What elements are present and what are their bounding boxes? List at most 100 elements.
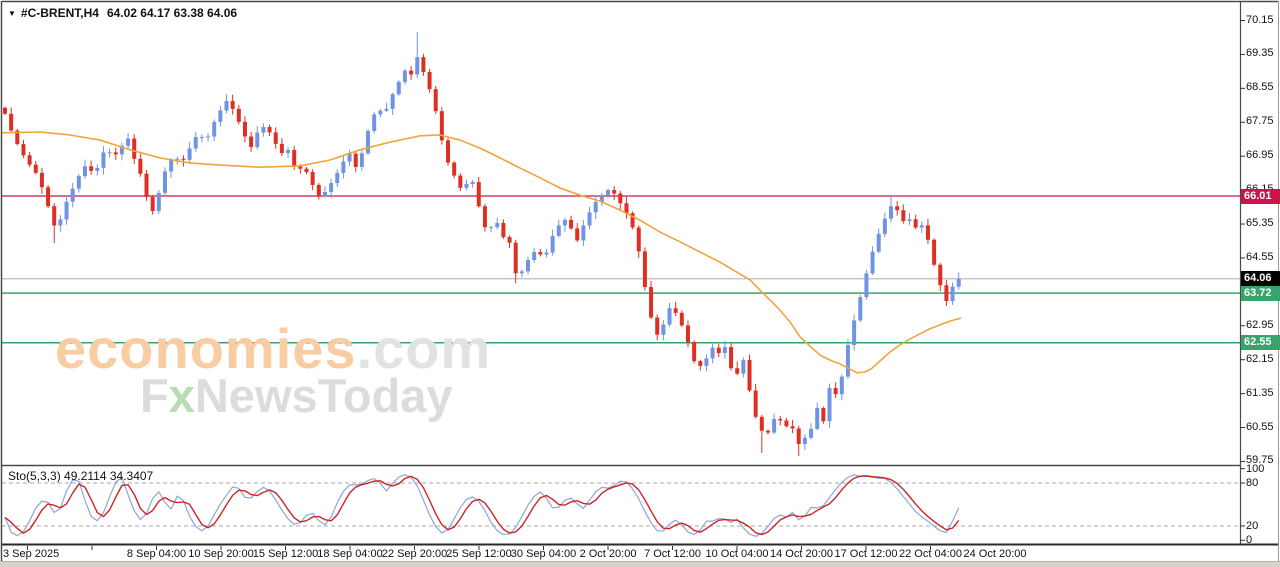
- candle-body: [304, 168, 309, 173]
- time-axis-label[interactable]: 10 Oct 04:00: [706, 548, 769, 560]
- candle-body: [181, 158, 186, 160]
- time-axis-label[interactable]: 17 Oct 12:00: [835, 548, 898, 560]
- candle-body: [353, 153, 358, 167]
- candle-body: [845, 345, 850, 377]
- chart-area[interactable]: economies.com FxNewsToday: [0, 0, 1280, 567]
- price-axis-label[interactable]: 67.75: [1246, 115, 1274, 127]
- candle-body: [427, 72, 432, 90]
- candle-body: [126, 138, 131, 146]
- candle-body: [132, 138, 137, 159]
- candle-body: [741, 360, 746, 374]
- candle-body: [550, 235, 555, 253]
- candle-body: [784, 420, 789, 427]
- candle-body: [772, 418, 777, 433]
- candle-body: [402, 70, 407, 82]
- time-axis-label[interactable]: 24 Oct 20:00: [964, 548, 1027, 560]
- candle-body: [206, 136, 211, 138]
- candle-body: [267, 127, 272, 133]
- candle-body: [366, 130, 371, 154]
- time-axis-label[interactable]: 22 Sep 20:00: [382, 548, 447, 560]
- time-axis-label[interactable]: 7 Oct 12:00: [644, 548, 701, 560]
- candle-body: [562, 219, 567, 226]
- sub-axis-label[interactable]: 20: [1246, 520, 1258, 532]
- price-axis-label[interactable]: 61.35: [1246, 387, 1274, 399]
- chart-canvas[interactable]: economies.comFxNewsToday: [0, 0, 1280, 567]
- chart-window: economies.com FxNewsToday ▼ #C-BRENT,H4 64.…: [0, 0, 1280, 567]
- price-axis-label[interactable]: 60.55: [1246, 421, 1274, 433]
- candle-body: [322, 192, 327, 197]
- candle-body: [944, 285, 949, 301]
- chart-header: ▼ #C-BRENT,H4 64.02 64.17 63.38 64.06: [8, 6, 237, 20]
- sub-axis-label[interactable]: 0: [1246, 534, 1252, 546]
- price-axis-label[interactable]: 70.15: [1246, 14, 1274, 26]
- candle-body: [396, 81, 401, 95]
- candle-body: [446, 140, 451, 163]
- time-axis-label[interactable]: 2 Oct 20:00: [580, 548, 637, 560]
- candle-body: [661, 324, 666, 335]
- candle-body: [138, 158, 143, 174]
- time-axis-label[interactable]: 30 Sep 04:00: [511, 548, 576, 560]
- candle-body: [618, 193, 623, 204]
- price-axis-label[interactable]: 62.95: [1246, 319, 1274, 331]
- price-badge: 64.06: [1241, 271, 1280, 287]
- candle-body: [341, 161, 346, 173]
- candle-body: [162, 171, 167, 193]
- time-axis-label[interactable]: 3 Sep 2025: [3, 548, 59, 560]
- time-axis-label[interactable]: 22 Oct 04:00: [899, 548, 962, 560]
- price-axis-label[interactable]: 62.15: [1246, 353, 1274, 365]
- price-axis-label[interactable]: 69.35: [1246, 47, 1274, 59]
- candle-body: [242, 121, 247, 137]
- candle-body: [778, 418, 783, 421]
- time-axis-label[interactable]: 25 Sep 12:00: [446, 548, 511, 560]
- candle-body: [193, 137, 198, 149]
- time-axis-label[interactable]: 15 Sep 12:00: [253, 548, 318, 560]
- candle-body: [224, 101, 229, 111]
- candle-body: [839, 376, 844, 395]
- candle-body: [532, 252, 537, 261]
- chevron-down-icon[interactable]: ▼: [8, 9, 16, 18]
- candle-body: [833, 387, 838, 395]
- candle-body: [575, 228, 580, 241]
- candle-body: [932, 239, 937, 265]
- candle-body: [113, 152, 118, 155]
- price-axis-label[interactable]: 65.35: [1246, 217, 1274, 229]
- candle-body: [187, 148, 192, 160]
- candle-body: [587, 212, 592, 226]
- candle-body: [698, 361, 703, 366]
- candle-body: [27, 155, 32, 165]
- candle-body: [169, 159, 174, 172]
- sub-axis-label[interactable]: 100: [1246, 463, 1264, 475]
- sub-axis-label[interactable]: 80: [1246, 477, 1258, 489]
- candle-body: [710, 347, 715, 359]
- candle-body: [495, 223, 500, 228]
- candle-body: [747, 360, 752, 391]
- price-axis-label[interactable]: 66.95: [1246, 149, 1274, 161]
- candle-body: [526, 260, 531, 272]
- candle-body: [864, 273, 869, 298]
- candle-body: [870, 251, 875, 274]
- candle-body: [476, 182, 481, 207]
- time-axis-label[interactable]: 10 Sep 20:00: [188, 548, 253, 560]
- candle-body: [765, 430, 770, 433]
- price-axis-label[interactable]: 64.55: [1246, 251, 1274, 263]
- watermark-line2: FxNewsToday: [140, 369, 453, 422]
- price-badge: 63.72: [1241, 285, 1280, 301]
- bottom-strip: [0, 561, 1280, 567]
- candle-body: [544, 252, 549, 255]
- candle-body: [624, 203, 629, 214]
- candle-body: [809, 428, 814, 438]
- candle-body: [692, 341, 697, 362]
- candle-body: [46, 187, 51, 207]
- candle-body: [636, 227, 641, 252]
- candle-body: [519, 271, 524, 274]
- candle-body: [378, 110, 383, 115]
- price-axis-label[interactable]: 68.55: [1246, 81, 1274, 93]
- candle-body: [489, 227, 494, 229]
- time-axis-label[interactable]: 18 Sep 04:00: [317, 548, 382, 560]
- candle-body: [261, 127, 266, 133]
- time-axis-label[interactable]: 14 Oct 20:00: [770, 548, 833, 560]
- candle-body: [919, 225, 924, 228]
- time-axis-label[interactable]: 8 Sep 04:00: [127, 548, 186, 560]
- candle-body: [452, 162, 457, 176]
- price-badge: 66.01: [1241, 188, 1280, 204]
